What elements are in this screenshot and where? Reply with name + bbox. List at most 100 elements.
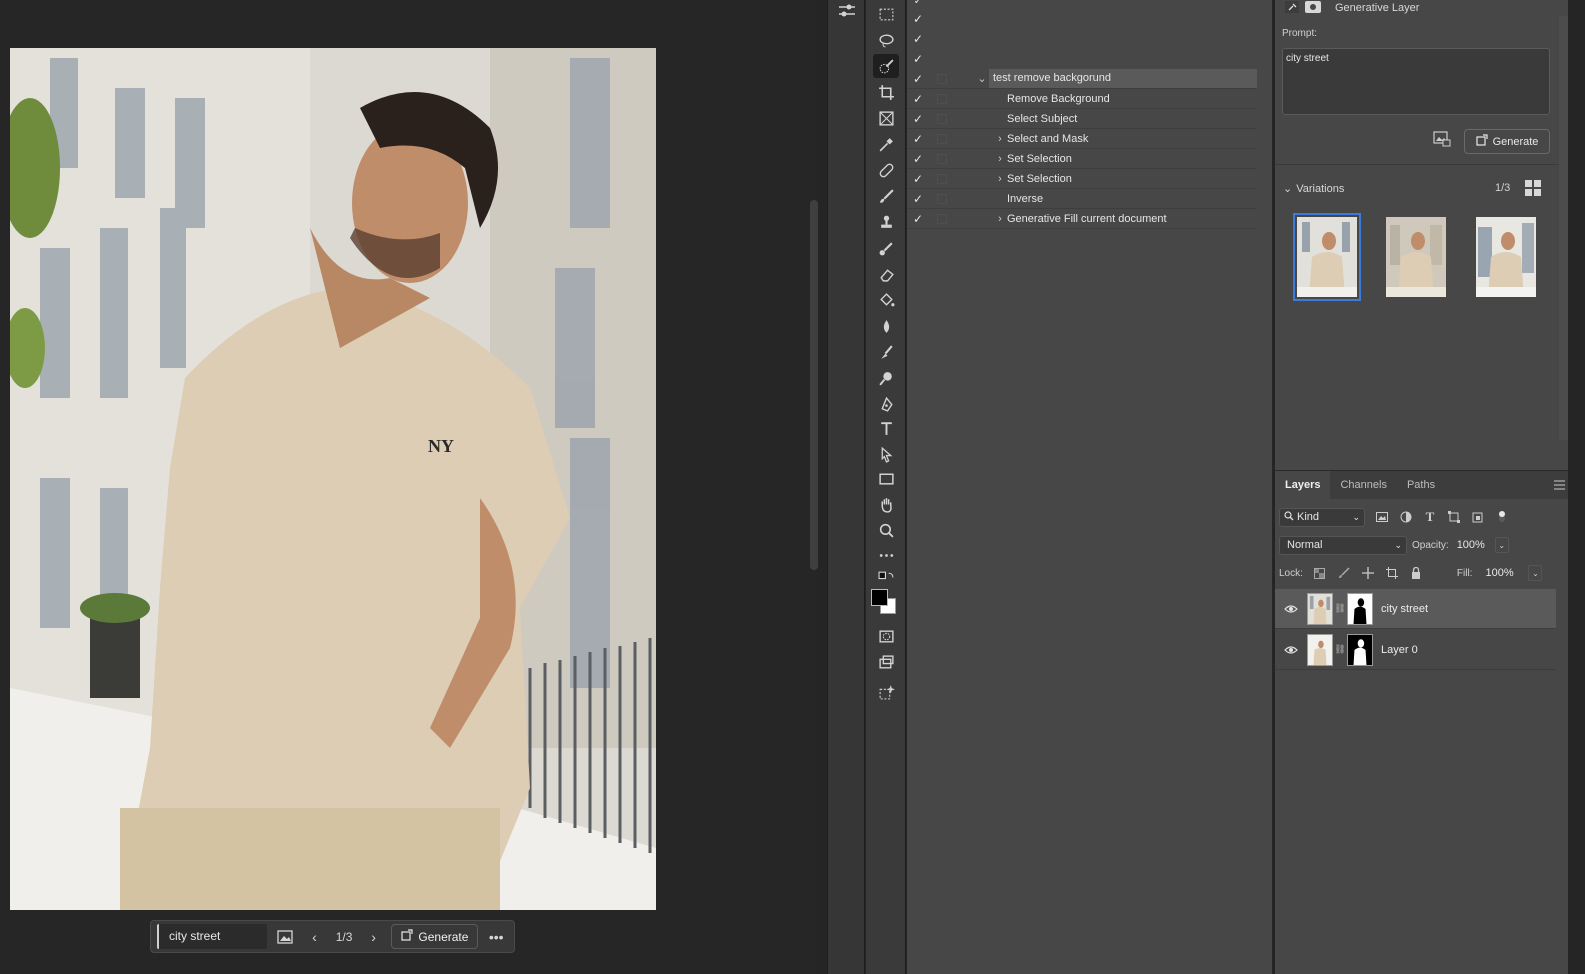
quick-mask-icon[interactable] bbox=[873, 624, 899, 648]
layer-row[interactable]: ⛓ Layer 0 bbox=[1275, 630, 1556, 670]
blend-mode-select[interactable]: Normal ⌄ bbox=[1279, 535, 1407, 555]
dialog-toggle-box[interactable] bbox=[937, 113, 947, 124]
dialog-toggle-box[interactable] bbox=[937, 193, 947, 204]
check-icon[interactable]: ✓ bbox=[907, 132, 929, 146]
context-generate-button[interactable]: Generate bbox=[391, 924, 479, 949]
paint-bucket-tool-icon[interactable] bbox=[873, 288, 899, 312]
document-canvas-image[interactable]: NY bbox=[10, 48, 656, 910]
dialog-toggle-box[interactable] bbox=[937, 153, 947, 164]
blur-tool-icon[interactable] bbox=[873, 314, 899, 338]
check-icon[interactable]: ✓ bbox=[907, 52, 929, 66]
clone-stamp-tool-icon[interactable] bbox=[873, 210, 899, 234]
variations-header[interactable]: ⌄ Variations bbox=[1283, 182, 1344, 196]
healing-brush-tool-icon[interactable] bbox=[873, 158, 899, 182]
action-row[interactable]: ✓ › Set Selection bbox=[907, 149, 1257, 169]
pen-tool-icon[interactable] bbox=[873, 392, 899, 416]
frame-tool-icon[interactable] bbox=[873, 106, 899, 130]
lock-all-icon[interactable] bbox=[1409, 566, 1423, 580]
variation-thumbnail[interactable] bbox=[1476, 217, 1536, 297]
dialog-toggle-box[interactable] bbox=[937, 173, 947, 184]
layer-row[interactable]: ⛓ city street bbox=[1275, 589, 1556, 629]
action-row[interactable]: ✓ › Select and Mask bbox=[907, 129, 1257, 149]
tab-channels[interactable]: Channels bbox=[1330, 471, 1396, 499]
smart-object-filter-icon[interactable] bbox=[1471, 510, 1485, 524]
marquee-tool-icon[interactable] bbox=[873, 2, 899, 26]
dialog-toggle-box[interactable] bbox=[937, 73, 947, 84]
layer-name[interactable]: city street bbox=[1381, 603, 1428, 615]
more-tools-icon[interactable] bbox=[873, 543, 899, 567]
chevron-down-icon[interactable]: ⌄ bbox=[1283, 182, 1292, 195]
chevron-down-icon[interactable]: ⌄ bbox=[975, 72, 989, 85]
check-icon[interactable]: ✓ bbox=[907, 72, 929, 86]
chevron-right-icon[interactable]: › bbox=[993, 173, 1007, 185]
previous-variation-icon[interactable]: ‹ bbox=[303, 925, 327, 949]
history-brush-tool-icon[interactable] bbox=[873, 236, 899, 260]
crop-tool-icon[interactable] bbox=[873, 80, 899, 104]
generate-button[interactable]: Generate bbox=[1464, 129, 1550, 154]
next-variation-icon[interactable]: › bbox=[362, 925, 386, 949]
chevron-down-icon[interactable]: ⌄ bbox=[1528, 565, 1543, 581]
layer-thumbnail[interactable] bbox=[1307, 592, 1333, 625]
check-icon[interactable]: ✓ bbox=[907, 192, 929, 206]
check-icon[interactable]: ✓ bbox=[907, 92, 929, 106]
adjustment-filter-icon[interactable] bbox=[1399, 510, 1413, 524]
lock-transparency-icon[interactable] bbox=[1313, 566, 1327, 580]
eraser-tool-icon[interactable] bbox=[873, 262, 899, 286]
reference-image-icon[interactable] bbox=[273, 925, 297, 949]
brush-tool-icon[interactable] bbox=[873, 184, 899, 208]
quick-selection-tool-icon[interactable] bbox=[873, 54, 899, 78]
grid-view-icon[interactable] bbox=[1525, 180, 1541, 196]
filter-kind-select[interactable]: Kind ⌄ bbox=[1279, 507, 1365, 527]
action-row[interactable]: ✓ Inverse bbox=[907, 189, 1257, 209]
chevron-down-icon[interactable]: ⌄ bbox=[1494, 537, 1509, 553]
sliders-icon[interactable] bbox=[837, 2, 857, 23]
generative-select-icon[interactable] bbox=[873, 680, 899, 704]
layer-thumbnail[interactable] bbox=[1307, 633, 1333, 666]
screen-mode-icon[interactable] bbox=[873, 650, 899, 674]
lasso-tool-icon[interactable] bbox=[873, 28, 899, 52]
layer-mask-thumbnail[interactable] bbox=[1347, 633, 1373, 666]
lock-position-icon[interactable] bbox=[1361, 566, 1375, 580]
swap-colors-icon[interactable] bbox=[873, 568, 899, 586]
dialog-toggle-box[interactable] bbox=[937, 213, 947, 224]
lock-artboard-icon[interactable] bbox=[1385, 566, 1399, 580]
more-options-icon[interactable]: ••• bbox=[484, 925, 508, 949]
pixel-filter-icon[interactable] bbox=[1375, 510, 1389, 524]
action-row[interactable]: ✓ › Set Selection bbox=[907, 169, 1257, 189]
shape-filter-icon[interactable] bbox=[1447, 510, 1461, 524]
variation-thumbnail[interactable] bbox=[1293, 213, 1361, 301]
action-row[interactable]: ✓ › Generative Fill current document bbox=[907, 209, 1257, 229]
layer-mask-thumbnail[interactable] bbox=[1347, 592, 1373, 625]
eye-icon[interactable] bbox=[1275, 645, 1307, 655]
action-row[interactable]: ✓ Select Subject bbox=[907, 109, 1257, 129]
check-icon[interactable]: ✓ bbox=[907, 172, 929, 186]
tab-layers[interactable]: Layers bbox=[1275, 471, 1331, 499]
chevron-right-icon[interactable]: › bbox=[993, 133, 1007, 145]
tab-paths[interactable]: Paths bbox=[1397, 471, 1445, 499]
foreground-color-swatch[interactable] bbox=[871, 589, 888, 606]
smudge-tool-icon[interactable] bbox=[873, 340, 899, 364]
check-icon[interactable]: ✓ bbox=[907, 32, 929, 46]
fill-input[interactable]: 100% bbox=[1482, 564, 1518, 582]
dialog-toggle-box[interactable] bbox=[937, 93, 947, 104]
check-icon[interactable]: ✓ bbox=[907, 212, 929, 226]
prompt-textarea[interactable]: city street bbox=[1282, 48, 1550, 115]
action-set-row[interactable]: ✓ ⌄ test remove backgorund bbox=[907, 69, 1257, 89]
layer-name[interactable]: Layer 0 bbox=[1381, 644, 1418, 656]
dialog-toggle-box[interactable] bbox=[937, 133, 947, 144]
reference-image-icon[interactable] bbox=[1433, 131, 1453, 151]
check-icon[interactable]: ✓ bbox=[907, 0, 929, 7]
check-icon[interactable]: ✓ bbox=[907, 112, 929, 126]
path-selection-tool-icon[interactable] bbox=[873, 442, 899, 466]
lock-pixels-icon[interactable] bbox=[1337, 566, 1351, 580]
dodge-tool-icon[interactable] bbox=[873, 366, 899, 390]
chevron-right-icon[interactable]: › bbox=[993, 153, 1007, 165]
zoom-tool-icon[interactable] bbox=[873, 518, 899, 542]
check-icon[interactable]: ✓ bbox=[907, 12, 929, 26]
hand-tool-icon[interactable] bbox=[873, 492, 899, 516]
variation-thumbnail[interactable] bbox=[1386, 217, 1446, 297]
type-tool-icon[interactable] bbox=[873, 416, 899, 440]
canvas-scrollbar[interactable] bbox=[810, 200, 818, 570]
chevron-right-icon[interactable]: › bbox=[993, 213, 1007, 225]
action-row[interactable]: ✓ Remove Background bbox=[907, 89, 1257, 109]
